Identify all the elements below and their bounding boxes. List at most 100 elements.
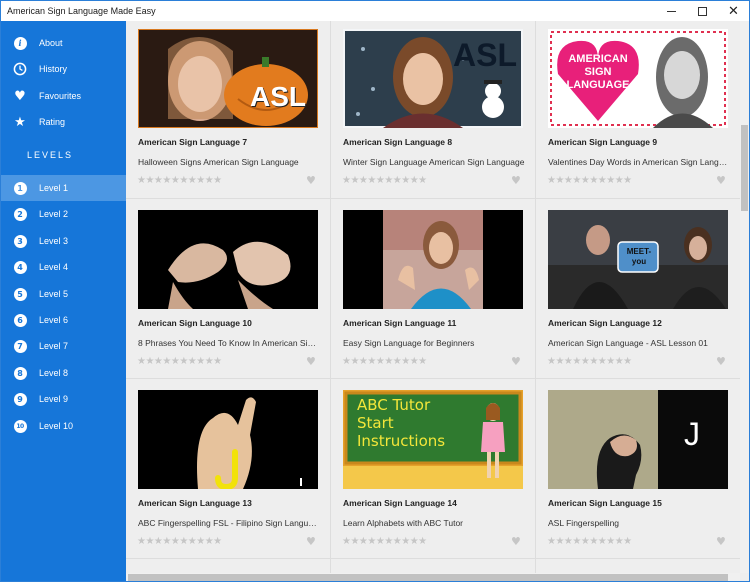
favourite-heart-icon[interactable]: ♥	[306, 174, 316, 187]
video-title[interactable]: American Sign Language 14	[343, 498, 457, 508]
video-description: Halloween Signs American Sign Language	[138, 157, 299, 167]
video-thumbnail[interactable]: J	[548, 390, 728, 489]
video-card[interactable]: ASL American Sign Language 8 Winter Sign…	[331, 21, 535, 201]
sidebar-item-label: Level 8	[39, 368, 69, 378]
video-title[interactable]: American Sign Language 12	[548, 318, 662, 328]
video-thumbnail[interactable]	[138, 210, 318, 309]
favourite-heart-icon[interactable]: ♥	[511, 535, 521, 548]
sidebar-item-level-9[interactable]: 9 Level 9	[1, 386, 126, 412]
video-grid: ASL American Sign Language 7 Halloween S…	[126, 21, 749, 581]
horizontal-scrollbar[interactable]	[126, 573, 740, 581]
sidebar-item-label: History	[39, 64, 68, 74]
thumbnail-text: AMERICAN SIGN LANGUAGE	[566, 53, 630, 91]
sidebar-item-label: Level 5	[39, 289, 69, 299]
sidebar-item-label: Level 2	[39, 209, 69, 219]
video-thumbnail[interactable]: ASL	[343, 29, 523, 128]
rating-stars[interactable]: ★★★★★★★★★★	[547, 536, 632, 547]
sidebar-item-level-6[interactable]: 6 Level 6	[1, 307, 126, 333]
video-card[interactable]: American Sign Language 13 ABC Fingerspel…	[126, 382, 330, 562]
vertical-scrollbar-thumb[interactable]	[741, 125, 748, 211]
number-6-icon: 6	[13, 313, 27, 327]
number-8-icon: 8	[13, 366, 27, 380]
sidebar-item-label: Level 3	[39, 236, 69, 246]
rating-stars[interactable]: ★★★★★★★★★★	[547, 175, 632, 186]
sidebar-item-label: Level 7	[39, 341, 69, 351]
sidebar-item-label: Level 10	[39, 421, 74, 431]
sidebar-item-favourites[interactable]: ♥ Favourites	[1, 83, 126, 109]
sidebar-item-about[interactable]: i About	[1, 30, 126, 56]
number-5-icon: 5	[13, 287, 27, 301]
video-thumbnail[interactable]: ASL	[138, 29, 318, 128]
sidebar-item-level-1[interactable]: 1 Level 1	[1, 175, 126, 201]
favourite-heart-icon[interactable]: ♥	[511, 355, 521, 368]
video-card[interactable]: ABC Tutor Start Instructions American Si…	[331, 382, 535, 562]
number-1-icon: 1	[13, 181, 27, 195]
maximize-button[interactable]	[687, 1, 718, 21]
video-thumbnail[interactable]	[138, 390, 318, 489]
favourite-heart-icon[interactable]: ♥	[716, 355, 726, 368]
number-3-icon: 3	[13, 234, 27, 248]
video-thumbnail[interactable]	[343, 210, 523, 309]
rating-stars[interactable]: ★★★★★★★★★★	[342, 356, 427, 367]
close-button[interactable]: ✕	[718, 1, 749, 21]
video-title[interactable]: American Sign Language 7	[138, 137, 247, 147]
video-title[interactable]: American Sign Language 13	[138, 498, 252, 508]
video-description: Winter Sign Language American Sign Langu…	[343, 157, 525, 167]
video-description: Learn Alphabets with ABC Tutor	[343, 518, 464, 528]
rating-stars[interactable]: ★★★★★★★★★★	[342, 175, 427, 186]
sidebar-item-level-7[interactable]: 7 Level 7	[1, 333, 126, 359]
favourite-heart-icon[interactable]: ♥	[716, 535, 726, 548]
video-card[interactable]: American Sign Language 11 Easy Sign Lang…	[331, 202, 535, 382]
favourite-heart-icon[interactable]: ♥	[306, 535, 316, 548]
sidebar-item-rating[interactable]: ★ Rating	[1, 109, 126, 135]
sidebar-item-label: About	[39, 38, 63, 48]
horizontal-scrollbar-thumb[interactable]	[128, 574, 728, 581]
video-title[interactable]: American Sign Language 9	[548, 137, 657, 147]
favourite-heart-icon[interactable]: ♥	[716, 174, 726, 187]
sidebar-item-label: Level 9	[39, 394, 69, 404]
sidebar-item-label: Level 1	[39, 183, 69, 193]
video-thumbnail[interactable]: ABC Tutor Start Instructions	[343, 390, 523, 489]
sidebar-item-level-3[interactable]: 3 Level 3	[1, 228, 126, 254]
video-title[interactable]: American Sign Language 11	[343, 318, 456, 328]
video-title[interactable]: American Sign Language 8	[343, 137, 452, 147]
sidebar-item-level-10[interactable]: 10 Level 10	[1, 413, 126, 439]
video-card[interactable]: MEET-you American Sign Language 12 Ameri…	[536, 202, 740, 382]
sidebar-item-label: Level 6	[39, 315, 69, 325]
rating-stars[interactable]: ★★★★★★★★★★	[137, 175, 222, 186]
sidebar-item-level-8[interactable]: 8 Level 8	[1, 360, 126, 386]
sidebar-item-level-4[interactable]: 4 Level 4	[1, 254, 126, 280]
thumbnail-text: ABC Tutor Start Instructions	[357, 396, 446, 450]
video-thumbnail[interactable]: AMERICAN SIGN LANGUAGE	[548, 29, 728, 128]
thumbnail-text: MEET-you	[626, 247, 652, 266]
number-10-icon: 10	[13, 419, 27, 433]
video-thumbnail[interactable]: MEET-you	[548, 210, 728, 309]
rating-stars[interactable]: ★★★★★★★★★★	[547, 356, 632, 367]
sidebar-item-history[interactable]: History	[1, 56, 126, 82]
window-title: American Sign Language Made Easy	[7, 6, 156, 16]
title-bar: American Sign Language Made Easy ✕	[1, 1, 749, 21]
sidebar: i About History ♥ Favourites ★ Rating LE…	[1, 21, 126, 581]
rating-stars[interactable]: ★★★★★★★★★★	[137, 356, 222, 367]
minimize-button[interactable]	[656, 1, 687, 21]
number-9-icon: 9	[13, 392, 27, 406]
video-card[interactable]: J American Sign Language 15 ASL Fingersp…	[536, 382, 740, 562]
video-card[interactable]: American Sign Language 10 8 Phrases You …	[126, 202, 330, 382]
rating-stars[interactable]: ★★★★★★★★★★	[342, 536, 427, 547]
favourite-heart-icon[interactable]: ♥	[306, 355, 316, 368]
heart-icon: ♥	[14, 88, 26, 104]
video-card[interactable]: AMERICAN SIGN LANGUAGE American Sign Lan…	[536, 21, 740, 201]
video-card[interactable]: ASL American Sign Language 7 Halloween S…	[126, 21, 330, 201]
number-7-icon: 7	[13, 339, 27, 353]
video-description: Valentines Day Words in American Sign La…	[548, 157, 730, 167]
sidebar-item-level-5[interactable]: 5 Level 5	[1, 281, 126, 307]
video-title[interactable]: American Sign Language 15	[548, 498, 662, 508]
sidebar-item-level-2[interactable]: 2 Level 2	[1, 201, 126, 227]
vertical-scrollbar[interactable]	[740, 21, 749, 573]
favourite-heart-icon[interactable]: ♥	[511, 174, 521, 187]
info-icon: i	[13, 36, 27, 50]
video-description: ASL Fingerspelling	[548, 518, 620, 528]
thumbnail-text: ASL	[453, 37, 517, 73]
rating-stars[interactable]: ★★★★★★★★★★	[137, 536, 222, 547]
video-title[interactable]: American Sign Language 10	[138, 318, 252, 328]
